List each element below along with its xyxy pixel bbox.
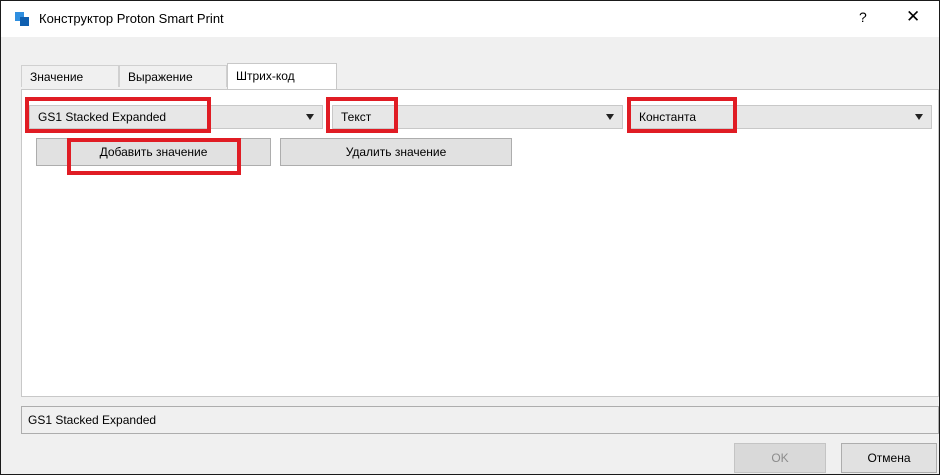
ok-button[interactable]: OK <box>734 443 826 473</box>
barcode-panel <box>21 89 939 397</box>
status-text: GS1 Stacked Expanded <box>28 413 157 427</box>
app-icon <box>15 12 31 28</box>
highlight-box <box>67 138 241 175</box>
dialog-window: Конструктор Proton Smart Print ? ✕ Значе… <box>0 0 940 475</box>
status-bar: GS1 Stacked Expanded <box>21 406 939 434</box>
tab-barcode[interactable]: Штрих-код <box>227 63 337 90</box>
highlight-box <box>326 97 398 133</box>
close-icon[interactable]: ✕ <box>906 7 920 27</box>
chevron-down-icon <box>306 114 314 120</box>
chevron-down-icon <box>606 114 614 120</box>
help-button[interactable]: ? <box>859 9 867 25</box>
highlight-box <box>25 97 211 133</box>
delete-value-button[interactable]: Удалить значение <box>280 138 512 166</box>
tab-value[interactable]: Значение <box>21 65 119 87</box>
window-title: Конструктор Proton Smart Print <box>39 11 224 26</box>
tab-expression[interactable]: Выражение <box>119 65 227 87</box>
highlight-box <box>627 97 737 133</box>
chevron-down-icon <box>915 114 923 120</box>
title-bar: Конструктор Proton Smart Print ? ✕ <box>1 1 939 37</box>
cancel-button[interactable]: Отмена <box>841 443 937 473</box>
